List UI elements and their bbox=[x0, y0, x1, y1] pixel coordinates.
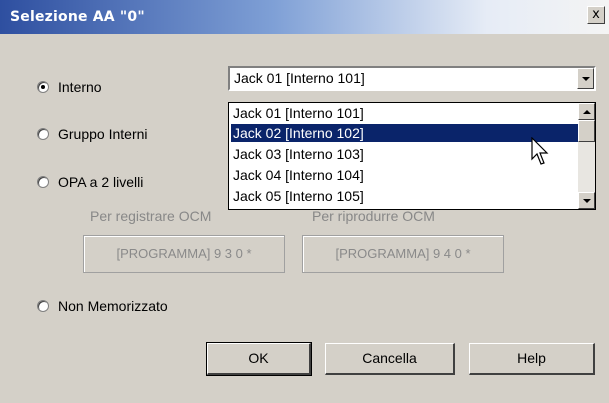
combobox-value: Jack 01 [Interno 101] bbox=[234, 70, 365, 86]
radio-opa-2-livelli[interactable]: OPA a 2 livelli bbox=[37, 174, 143, 190]
selection-dialog: Selezione AA "0" x Interno Gruppo Intern… bbox=[0, 0, 609, 403]
title-bar[interactable]: Selezione AA "0" x bbox=[0, 0, 609, 34]
close-button[interactable]: x bbox=[587, 6, 605, 24]
chevron-down-icon bbox=[582, 77, 590, 81]
radio-gruppo-interni[interactable]: Gruppo Interni bbox=[37, 126, 148, 142]
radio-button-interno[interactable] bbox=[37, 81, 49, 93]
list-item[interactable]: Jack 04 [Interno 104] bbox=[231, 166, 578, 184]
list-scrollbar[interactable] bbox=[578, 103, 595, 209]
radio-button-gruppo-interni[interactable] bbox=[37, 128, 49, 140]
scroll-up-button[interactable] bbox=[578, 103, 595, 120]
radio-button-opa-2-livelli[interactable] bbox=[37, 176, 49, 188]
radio-label-non-memorizzato: Non Memorizzato bbox=[58, 298, 168, 314]
cancel-button[interactable]: Cancella bbox=[325, 343, 455, 375]
scroll-down-button[interactable] bbox=[578, 192, 595, 209]
radio-label-gruppo-interni: Gruppo Interni bbox=[58, 126, 148, 142]
radio-label-interno: Interno bbox=[58, 79, 102, 95]
list-item-selected[interactable]: Jack 02 [Interno 102] bbox=[231, 124, 578, 142]
play-ocm-button[interactable]: [PROGRAMMA] 9 4 0 * bbox=[302, 235, 504, 273]
scroll-thumb[interactable] bbox=[578, 120, 595, 142]
arrow-down-icon bbox=[583, 199, 591, 203]
play-ocm-label: Per riprodurre OCM bbox=[312, 208, 435, 224]
combobox-dropdown-button[interactable] bbox=[577, 68, 594, 89]
help-button[interactable]: Help bbox=[469, 343, 595, 375]
radio-non-memorizzato[interactable]: Non Memorizzato bbox=[37, 298, 168, 314]
register-ocm-label: Per registrare OCM bbox=[90, 208, 212, 224]
ok-button[interactable]: OK bbox=[206, 342, 312, 376]
extension-combobox[interactable]: Jack 01 [Interno 101] bbox=[228, 66, 596, 91]
mouse-pointer-icon bbox=[531, 137, 549, 165]
dialog-title: Selezione AA "0" bbox=[10, 9, 145, 25]
radio-button-non-memorizzato[interactable] bbox=[37, 300, 49, 312]
register-ocm-button[interactable]: [PROGRAMMA] 9 3 0 * bbox=[83, 235, 285, 273]
close-icon: x bbox=[592, 7, 600, 22]
radio-interno[interactable]: Interno bbox=[37, 79, 102, 95]
arrow-up-icon bbox=[583, 110, 591, 114]
list-item[interactable]: Jack 05 [Interno 105] bbox=[231, 187, 578, 205]
list-item[interactable]: Jack 03 [Interno 103] bbox=[231, 145, 578, 163]
list-item[interactable]: Jack 01 [Interno 101] bbox=[231, 104, 578, 122]
radio-label-opa-2-livelli: OPA a 2 livelli bbox=[58, 174, 144, 190]
